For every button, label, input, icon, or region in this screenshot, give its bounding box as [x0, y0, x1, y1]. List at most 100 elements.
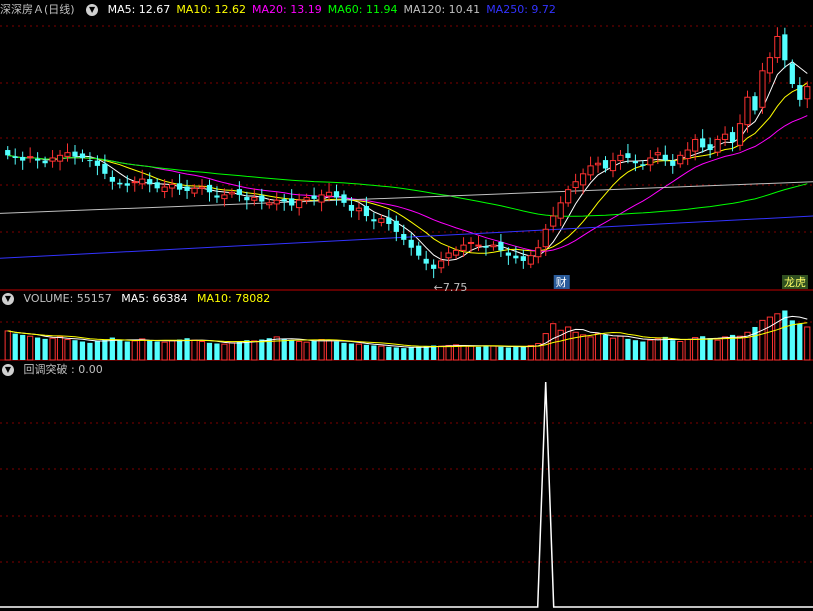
candle-body-up — [460, 244, 467, 251]
volume-bar-up — [27, 335, 34, 361]
candle-body-up — [296, 199, 303, 209]
candle-body-down — [782, 34, 788, 61]
candle-body-up — [647, 157, 654, 166]
volume-bar-down — [348, 343, 355, 360]
volume-bar-up — [296, 341, 303, 361]
volume-bar-up — [647, 339, 654, 361]
volume-bar-down — [371, 345, 377, 360]
candle-body-up — [273, 199, 280, 205]
volume-bar-up — [804, 326, 811, 361]
candle-body-up — [542, 228, 549, 248]
volume-bar-up — [251, 340, 258, 361]
candle-body-down — [94, 160, 101, 166]
candle-body-up — [438, 260, 445, 269]
volume-bar-up — [198, 341, 206, 361]
candle-body-down — [423, 258, 429, 264]
candle-body-up — [759, 70, 766, 108]
candle-body-up — [692, 138, 699, 152]
candle-body-up — [27, 156, 34, 159]
candle-body-down — [505, 252, 511, 256]
chart-canvas: ←7.75 财 龙虎 — [0, 25, 813, 608]
volume-bar-up — [49, 337, 56, 361]
volume-bar-up — [169, 340, 176, 361]
volume-bar-down — [513, 346, 519, 360]
candle-body-up — [64, 152, 71, 157]
volume-bar-down — [707, 338, 713, 360]
signal-line — [0, 381, 813, 608]
volume-bar-down — [214, 343, 220, 360]
volume-bar-up — [191, 339, 198, 361]
candle-body-up — [527, 255, 534, 265]
candle-body-down — [416, 245, 422, 256]
volume-bar-up — [452, 344, 460, 361]
volume-bar-up — [139, 338, 146, 361]
volume-bar-down — [416, 346, 422, 360]
candle-body-down — [662, 154, 668, 161]
candle-body-down — [371, 219, 377, 222]
candle-body-down — [729, 132, 736, 143]
volume-bar-up — [609, 337, 617, 361]
candle-body-up — [587, 165, 594, 176]
volume-bar-down — [341, 342, 347, 360]
volume-bar-down — [94, 340, 101, 360]
volume-bar-down — [640, 341, 646, 360]
candle-body-down — [5, 150, 11, 156]
volume-bar-up — [692, 337, 699, 361]
volume-bar-down — [72, 340, 78, 360]
volume-bar-down — [176, 339, 183, 360]
candle-body-down — [513, 255, 519, 259]
candle-body-up — [221, 194, 228, 200]
candle-body-up — [131, 181, 138, 184]
candle-body-down — [393, 220, 399, 232]
volume-bar-up — [617, 335, 624, 361]
candle-body-down — [281, 199, 287, 202]
volume-bar-up — [228, 342, 236, 361]
volume-bar-up — [318, 339, 325, 361]
candle-body-down — [176, 183, 183, 190]
volume-bar-down — [670, 340, 676, 360]
candle-body-down — [206, 184, 213, 193]
candle-body-down — [498, 241, 504, 251]
volume-bar-up — [542, 333, 549, 361]
volume-bar-down — [206, 342, 213, 360]
volume-bar-up — [273, 336, 280, 361]
candle-body-down — [289, 198, 295, 206]
volume-bar-down — [289, 340, 295, 360]
min-price-label: ←7.75 — [434, 281, 468, 294]
candle-body-up — [550, 215, 557, 227]
volume-bar-down — [662, 336, 668, 360]
volume-bar-down — [42, 338, 48, 360]
candle-body-down — [431, 264, 437, 269]
volume-bar-down — [147, 340, 153, 360]
candle-body-up — [565, 189, 572, 204]
candle-body-down — [87, 160, 93, 162]
candle-body-up — [325, 191, 333, 197]
grid-lines — [0, 25, 813, 563]
dragon-tiger-badge[interactable]: 龙虎 — [784, 276, 806, 289]
candle-body-up — [161, 186, 168, 192]
volume-bar-up — [303, 341, 310, 361]
candle-body-down — [259, 195, 265, 202]
candle-body-up — [49, 157, 56, 162]
candle-body-up — [467, 241, 475, 244]
volume-bar-down — [259, 339, 265, 360]
candle-body-up — [378, 218, 385, 223]
candle-body-up — [452, 249, 460, 256]
candle-body-down — [797, 85, 803, 100]
candle-body-down — [117, 182, 123, 185]
cai-badge[interactable]: 财 — [556, 275, 567, 289]
candle-body-down — [79, 153, 86, 158]
volume-bar-down — [505, 347, 511, 360]
volume-bar-up — [445, 344, 452, 361]
volume-bar-down — [12, 333, 18, 360]
candle-body-up — [684, 149, 691, 159]
candle-body-down — [72, 151, 78, 157]
candle-body-up — [251, 197, 258, 201]
candle-body-up — [804, 86, 811, 100]
candle-body-down — [640, 164, 646, 166]
candle-body-down — [184, 186, 190, 191]
volume-bar-up — [579, 334, 587, 361]
candle-body-up — [191, 187, 198, 194]
volume-bar-down — [498, 346, 504, 360]
volume-bar-down — [124, 341, 130, 360]
